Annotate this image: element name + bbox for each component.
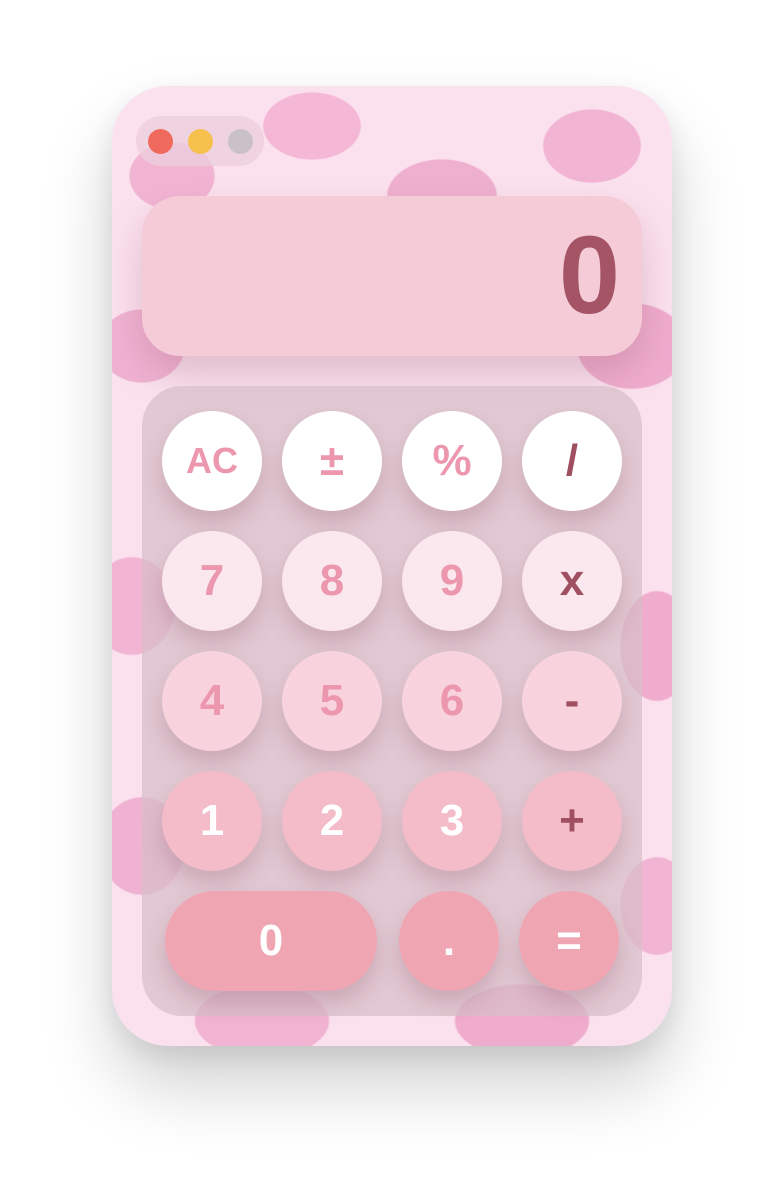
digit-2-button[interactable]: 2 [282,771,382,871]
digit-3-button[interactable]: 3 [402,771,502,871]
window-controls [136,116,264,166]
digit-5-button[interactable]: 5 [282,651,382,751]
maximize-icon[interactable] [227,128,253,154]
minimize-icon[interactable] [187,128,213,154]
calculator-display: 0 [142,196,642,356]
digit-8-button[interactable]: 8 [282,531,382,631]
decimal-button[interactable]: . [399,891,499,991]
clear-button[interactable]: AC [162,411,262,511]
digit-4-button[interactable]: 4 [162,651,262,751]
divide-button[interactable]: / [522,411,622,511]
digit-1-button[interactable]: 1 [162,771,262,871]
display-value: 0 [558,214,620,337]
digit-0-button[interactable]: 0 [165,891,377,991]
subtract-button[interactable]: - [522,651,622,751]
digit-6-button[interactable]: 6 [402,651,502,751]
digit-9-button[interactable]: 9 [402,531,502,631]
add-button[interactable]: + [522,771,622,871]
close-icon[interactable] [147,128,173,154]
equals-button[interactable]: = [519,891,619,991]
sign-toggle-button[interactable]: ± [282,411,382,511]
keypad: AC ± % / 7 8 9 x 4 5 6 - 1 2 3 + 0 . = [142,386,642,1016]
calculator-window: 0 AC ± % / 7 8 9 x 4 5 6 - 1 2 3 + 0 . = [112,86,672,1046]
percent-button[interactable]: % [402,411,502,511]
multiply-button[interactable]: x [522,531,622,631]
digit-7-button[interactable]: 7 [162,531,262,631]
